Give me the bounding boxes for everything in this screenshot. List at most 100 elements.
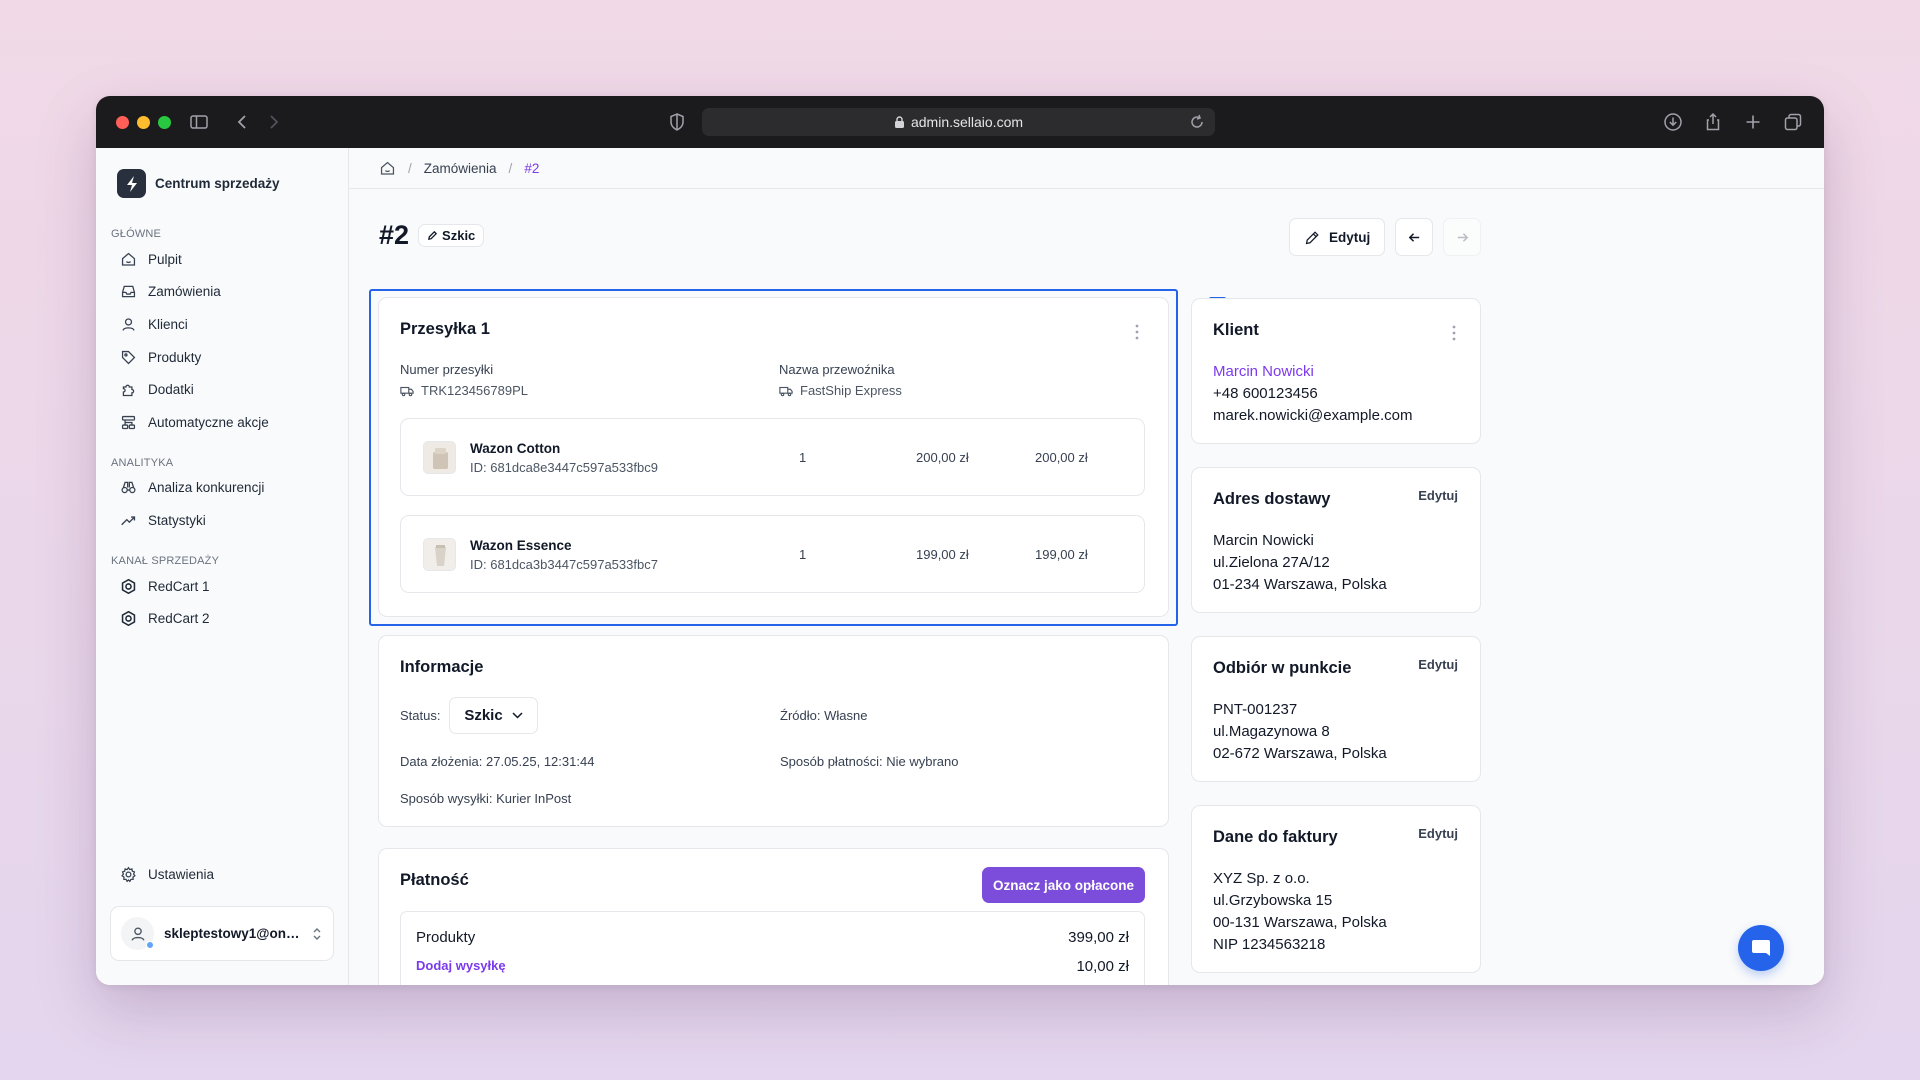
tabs-overview-icon[interactable] bbox=[1782, 111, 1804, 133]
sidebar-item-redcart-2[interactable]: RedCart 2 bbox=[109, 602, 335, 635]
share-icon[interactable] bbox=[1702, 111, 1724, 133]
user-icon bbox=[130, 926, 145, 941]
breadcrumb-current: #2 bbox=[524, 160, 540, 176]
sidebar-item-redcart-1[interactable]: RedCart 1 bbox=[109, 570, 335, 603]
brand[interactable]: Centrum sprzedaży bbox=[117, 169, 335, 198]
payment-card: Płatność Oznacz jako opłacone Produkty 3… bbox=[378, 848, 1169, 985]
binoculars-icon bbox=[121, 482, 136, 494]
address-line: Marcin Nowicki bbox=[1213, 532, 1314, 549]
pickup-card: Odbiór w punkcie Edytuj PNT-001237 ul.Ma… bbox=[1191, 636, 1481, 782]
header-actions: Edytuj bbox=[1289, 218, 1482, 256]
pickup-point-id: PNT-001237 bbox=[1213, 701, 1298, 718]
brand-logo-icon bbox=[117, 169, 146, 198]
address-bar[interactable]: admin.sellaio.com bbox=[702, 108, 1215, 136]
back-icon[interactable] bbox=[232, 111, 254, 133]
mark-paid-button[interactable]: Oznacz jako opłacone bbox=[982, 867, 1145, 903]
section-label-sales-channel: KANAŁ SPRZEDAŻY bbox=[111, 554, 220, 567]
info-title: Informacje bbox=[400, 658, 484, 676]
breadcrumb-separator: / bbox=[408, 160, 412, 176]
info-card: Informacje Status: Szkic Źródło: Własne … bbox=[378, 635, 1169, 827]
gear-icon bbox=[121, 866, 136, 883]
edit-button-label: Edytuj bbox=[1329, 229, 1371, 245]
add-shipping-link[interactable]: Dodaj wysyłkę bbox=[416, 958, 506, 973]
reload-icon[interactable] bbox=[1187, 112, 1207, 132]
sidebar-item-produkty[interactable]: Produkty bbox=[109, 341, 335, 374]
shield-icon[interactable] bbox=[666, 111, 688, 133]
sidebar-item-label: Klienci bbox=[148, 316, 188, 332]
breadcrumb-separator: / bbox=[508, 160, 513, 176]
address-line: ul.Magazynowa 8 bbox=[1213, 723, 1330, 740]
status-select[interactable]: Szkic bbox=[449, 697, 538, 734]
home-icon bbox=[121, 252, 136, 266]
payment-title: Płatność bbox=[400, 871, 469, 889]
chat-icon bbox=[1752, 940, 1770, 956]
status-select-value: Szkic bbox=[464, 707, 503, 724]
lock-icon bbox=[894, 116, 904, 128]
edit-invoice-button[interactable]: Edytuj bbox=[1418, 826, 1458, 841]
sidebar-icon[interactable] bbox=[188, 111, 210, 133]
online-indicator bbox=[146, 941, 154, 949]
arrow-left-icon bbox=[1408, 232, 1419, 242]
chat-button[interactable] bbox=[1738, 925, 1784, 971]
main-content: / Zamówienia / #2 #2 Szkic Edytuj Przesy… bbox=[349, 148, 1824, 985]
invoice-card: Dane do faktury Edytuj XYZ Sp. z o.o. ul… bbox=[1191, 805, 1481, 973]
trend-icon bbox=[121, 516, 136, 526]
minimize-window-button[interactable] bbox=[137, 116, 150, 129]
sidebar-item-dodatki[interactable]: Dodatki bbox=[109, 373, 335, 406]
sidebar-item-automatyczne-akcje[interactable]: Automatyczne akcje bbox=[109, 406, 335, 439]
puzzle-icon bbox=[122, 384, 135, 397]
home-icon[interactable] bbox=[379, 160, 396, 177]
address-line: 01-234 Warszawa, Polska bbox=[1213, 576, 1387, 593]
sidebar-item-zamowienia[interactable]: Zamówienia bbox=[109, 276, 335, 309]
arrow-right-icon bbox=[1457, 232, 1469, 242]
sidebar-item-analiza-konkurencji[interactable]: Analiza konkurencji bbox=[109, 472, 335, 505]
order-date: Data złożenia: 27.05.25, 12:31:44 bbox=[400, 754, 595, 769]
edit-delivery-address-button[interactable]: Edytuj bbox=[1418, 488, 1458, 503]
edit-pickup-button[interactable]: Edytuj bbox=[1418, 657, 1458, 672]
customer-name-link[interactable]: Marcin Nowicki bbox=[1213, 361, 1412, 383]
more-options-icon[interactable] bbox=[1445, 324, 1463, 342]
shipping-value: 10,00 zł bbox=[1076, 958, 1129, 975]
download-icon[interactable] bbox=[1662, 111, 1684, 133]
hexagon-icon bbox=[121, 578, 136, 594]
previous-order-button[interactable] bbox=[1395, 218, 1434, 256]
pickup-lines: PNT-001237 ul.Magazynowa 8 02-672 Warsza… bbox=[1213, 699, 1387, 765]
url-text: admin.sellaio.com bbox=[910, 114, 1024, 130]
customer-phone: +48 600123456 bbox=[1213, 385, 1318, 402]
new-tab-icon[interactable] bbox=[1742, 111, 1764, 133]
section-label-analytics: ANALITYKA bbox=[111, 456, 174, 469]
sidebar-item-label: Produkty bbox=[148, 349, 202, 365]
pickup-title: Odbiór w punkcie bbox=[1213, 659, 1352, 677]
avatar bbox=[121, 917, 154, 950]
sidebar-item-label: RedCart 2 bbox=[148, 611, 210, 627]
sidebar-item-pulpit[interactable]: Pulpit bbox=[109, 243, 335, 276]
page-title: #2 bbox=[379, 220, 410, 250]
breadcrumb: / Zamówienia / #2 bbox=[349, 148, 1824, 189]
pencil-icon bbox=[428, 230, 438, 240]
browser-toolbar: admin.sellaio.com bbox=[96, 96, 1824, 148]
brand-name: Centrum sprzedaży bbox=[155, 176, 280, 191]
sidebar-item-klienci[interactable]: Klienci bbox=[109, 308, 335, 341]
status-badge[interactable]: Szkic bbox=[418, 224, 485, 247]
sidebar-item-settings[interactable]: Ustawienia bbox=[109, 858, 335, 891]
pencil-icon bbox=[1305, 230, 1319, 244]
sidebar-item-statystyki[interactable]: Statystyki bbox=[109, 504, 335, 537]
close-window-button[interactable] bbox=[116, 116, 129, 129]
user-menu[interactable]: skleptestowy1@onet... bbox=[110, 906, 334, 961]
address-line: ul.Zielona 27A/12 bbox=[1213, 554, 1330, 571]
maximize-window-button[interactable] bbox=[158, 116, 171, 129]
forward-icon[interactable] bbox=[262, 111, 284, 133]
sidebar-item-label: Statystyki bbox=[148, 512, 206, 528]
sidebar-item-label: Analiza konkurencji bbox=[148, 480, 265, 496]
address-line: ul.Grzybowska 15 bbox=[1213, 892, 1333, 909]
next-order-button[interactable] bbox=[1443, 218, 1482, 256]
sidebar-item-label: Ustawienia bbox=[148, 866, 215, 882]
address-line: 00-131 Warszawa, Polska bbox=[1213, 914, 1387, 931]
edit-button[interactable]: Edytuj bbox=[1289, 218, 1386, 256]
invoice-lines: XYZ Sp. z o.o. ul.Grzybowska 15 00-131 W… bbox=[1213, 868, 1387, 956]
customer-title: Klient bbox=[1213, 321, 1259, 339]
breadcrumb-link-orders[interactable]: Zamówienia bbox=[424, 161, 497, 176]
selection-highlight bbox=[369, 289, 1178, 626]
invoice-title: Dane do faktury bbox=[1213, 828, 1338, 846]
delivery-address-title: Adres dostawy bbox=[1213, 490, 1331, 508]
